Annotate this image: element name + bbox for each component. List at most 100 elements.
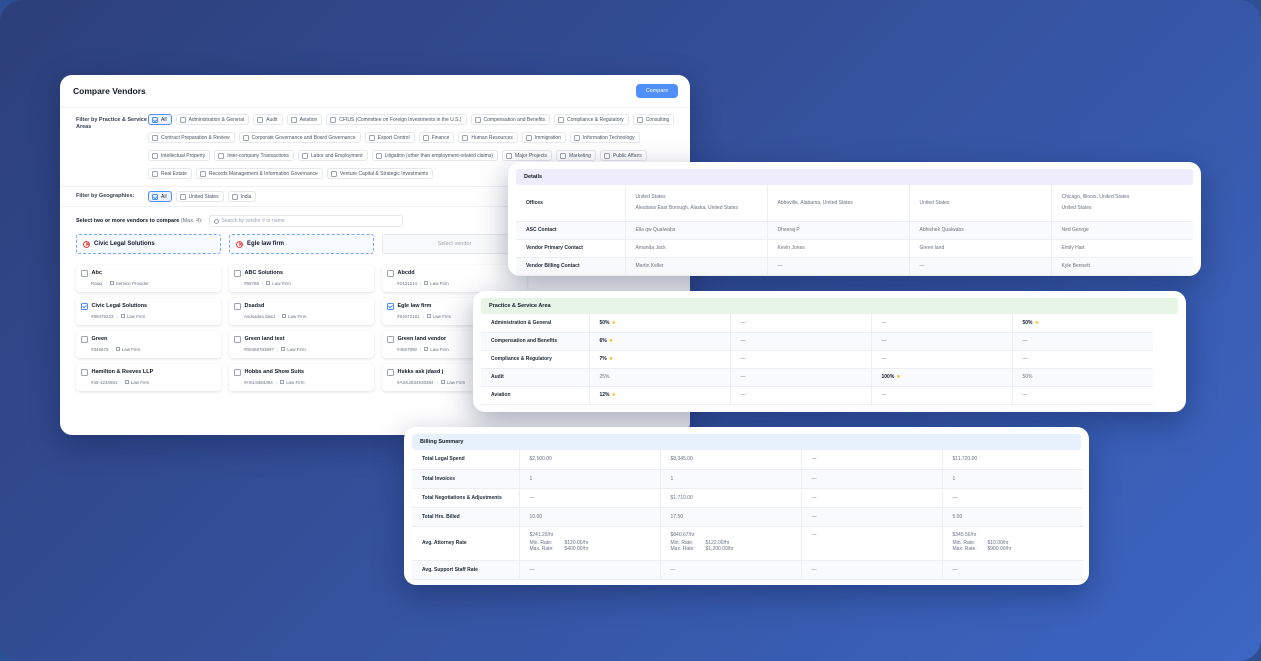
practice-cell: 12% ★	[589, 386, 731, 405]
practice-chip-label: Export Control	[377, 134, 410, 141]
checkbox-icon[interactable]	[81, 303, 88, 310]
vendor-card[interactable]: Civic Legal Solutions #99478223 | Law Firm	[76, 298, 221, 325]
details-cell: Ned George	[1051, 221, 1193, 240]
checkbox-icon[interactable]	[234, 369, 241, 376]
practice-chip-label: Major Projects	[515, 152, 547, 159]
cell-text: Abbeville, Alabama, United States	[777, 199, 853, 206]
building-icon	[281, 347, 286, 351]
practice-chip[interactable]: Corporate Governance and Board Governanc…	[238, 132, 361, 143]
practice-chip[interactable]: Administration & General	[175, 114, 250, 125]
vendor-card[interactable]: Green #345678 | Law Firm	[76, 331, 221, 358]
checkbox-icon[interactable]	[387, 270, 394, 277]
search-input[interactable]: Search by vendor # or name	[208, 215, 403, 227]
checkbox-icon	[179, 193, 186, 200]
geo-chip[interactable]: United States	[175, 191, 224, 202]
checkbox-icon[interactable]	[387, 303, 394, 310]
separator: |	[420, 280, 422, 286]
billing-cell: 1	[519, 469, 661, 489]
practice-chip[interactable]: Consulting	[632, 114, 675, 125]
checkbox-icon	[257, 116, 264, 123]
empty-vendor-slot[interactable]: Select vendor	[382, 234, 527, 254]
practice-chip[interactable]: Aviation	[286, 114, 323, 125]
practice-cell: —	[1012, 332, 1153, 351]
building-icon	[440, 380, 445, 384]
remove-icon[interactable]	[83, 240, 90, 248]
selected-vendor-slot[interactable]: Egle law firm	[229, 234, 374, 254]
checkbox-icon[interactable]	[234, 303, 241, 310]
vendor-name: Egle law firm	[397, 303, 432, 310]
practice-chip[interactable]: Venture Capital & Strategic Investments	[326, 168, 434, 179]
checkbox-icon[interactable]	[81, 369, 88, 376]
details-row: Vendor Billing Contact Martin Keller — — Kyl…	[516, 257, 1193, 276]
billing-row: Avg. Support Staff Rate — — — —	[412, 560, 1083, 580]
cell-value: —	[1022, 338, 1028, 344]
practice-cell: —	[871, 314, 1013, 333]
details-row: ASC Contact Ella qw Qualwabs Dheeraj P Abhi…	[516, 221, 1193, 240]
practice-chip[interactable]: Human Resources	[458, 132, 518, 143]
checkbox-icon	[573, 134, 580, 141]
vendor-card[interactable]: Hamilton & Reeves LLP #45-1234561 | Law Fir…	[76, 364, 221, 391]
practice-chip-label: Administration & General	[188, 116, 245, 123]
practice-chip[interactable]: Public Affairs	[599, 150, 647, 161]
practice-chip[interactable]: Marketing	[555, 150, 596, 161]
selected-vendor-slot[interactable]: Civic Legal Solutions	[76, 234, 221, 254]
billing-header: Billing Summary	[412, 434, 1081, 450]
practice-cell: —	[871, 350, 1013, 369]
practice-chip-label: Intellectual Property	[161, 152, 206, 159]
checkbox-icon	[242, 134, 249, 141]
practice-chip[interactable]: Records Management & Information Governa…	[195, 168, 323, 179]
practice-table: Administration & General 50% ★ — —50% ★ Compen…	[481, 314, 1153, 405]
max-rate: $900.00/hr	[987, 545, 1012, 552]
geo-chip[interactable]: India	[227, 191, 257, 202]
practice-chip[interactable]: Information Technology	[569, 132, 640, 143]
geo-chip[interactable]: All	[148, 191, 172, 202]
practice-chip[interactable]: Real Estate	[148, 168, 192, 179]
practice-chip-label: Marketing	[568, 152, 591, 159]
practice-chip[interactable]: CFIUS (Committee on Foreign Investments …	[326, 114, 467, 125]
row-label: Audit	[481, 368, 590, 387]
billing-cell: —	[519, 560, 661, 580]
vendor-card[interactable]: Abcdd #2431214 | Law Firm	[382, 265, 527, 292]
compare-button[interactable]: Compare	[636, 84, 678, 98]
practice-chip[interactable]: Compensation and Benefits	[470, 114, 550, 125]
practice-chip[interactable]: All	[148, 114, 172, 125]
checkbox-icon[interactable]	[387, 336, 394, 343]
checkbox-icon[interactable]	[234, 336, 241, 343]
cell-value: 50%	[1022, 374, 1033, 380]
avg-rate: $345.56/hr	[952, 531, 977, 538]
practice-chip[interactable]: Major Projects	[502, 150, 552, 161]
row-label: ASC Contact	[516, 221, 626, 240]
practice-chip[interactable]: Litigation (other than employment-relate…	[371, 150, 498, 161]
cell-value: 7%	[599, 356, 607, 362]
vendor-card[interactable]: Green land test #00458783697 | Law Firm	[229, 331, 374, 358]
cell-value: —	[1022, 392, 1028, 398]
checkbox-icon[interactable]	[234, 270, 241, 277]
checkbox-icon[interactable]	[81, 270, 88, 277]
checkbox-icon	[218, 152, 225, 159]
building-icon	[109, 281, 114, 285]
vendor-meta: #00458783697 | Law Firm	[244, 347, 374, 352]
practice-chip[interactable]: Immigration	[521, 132, 566, 143]
details-row: Vendor Primary Contact Amanda Jack Kevin J…	[516, 239, 1193, 258]
checkbox-icon[interactable]	[387, 369, 394, 376]
avg-rate: $840.67/hr	[670, 531, 695, 538]
checkbox-icon[interactable]	[81, 336, 88, 343]
vendor-type: Law Firm	[272, 280, 291, 286]
practice-cell: —	[730, 314, 872, 333]
practice-chip[interactable]: Finance	[418, 132, 455, 143]
vendor-card[interactable]: Abc Raiax | Service Provider	[76, 265, 221, 292]
vendor-name: Civic Legal Solutions	[91, 303, 148, 310]
practice-chip[interactable]: Labor and Employment	[297, 150, 368, 161]
vendor-card[interactable]: Hobbs and Show Suits #HSL9384394 | Law Firm	[229, 364, 374, 391]
practice-chip[interactable]: Audit	[253, 114, 283, 125]
remove-icon[interactable]	[236, 240, 243, 248]
star-icon: ★	[1034, 319, 1039, 326]
vendor-card[interactable]: ABC Solutions #56789 | Law Firm	[229, 265, 374, 292]
details-cell: Abbeville, Alabama, United States	[767, 185, 910, 222]
practice-chip[interactable]: Compliance & Regulatory	[553, 114, 629, 125]
practice-chip[interactable]: Contract Preparation & Review	[148, 132, 235, 143]
practice-chip[interactable]: Intellectual Property	[148, 150, 211, 161]
practice-chip[interactable]: Inter-company Transactions	[214, 150, 294, 161]
vendor-card[interactable]: Dsadsd Asdsadsa dasd | Law Firm	[229, 298, 374, 325]
practice-chip[interactable]: Export Control	[364, 132, 415, 143]
